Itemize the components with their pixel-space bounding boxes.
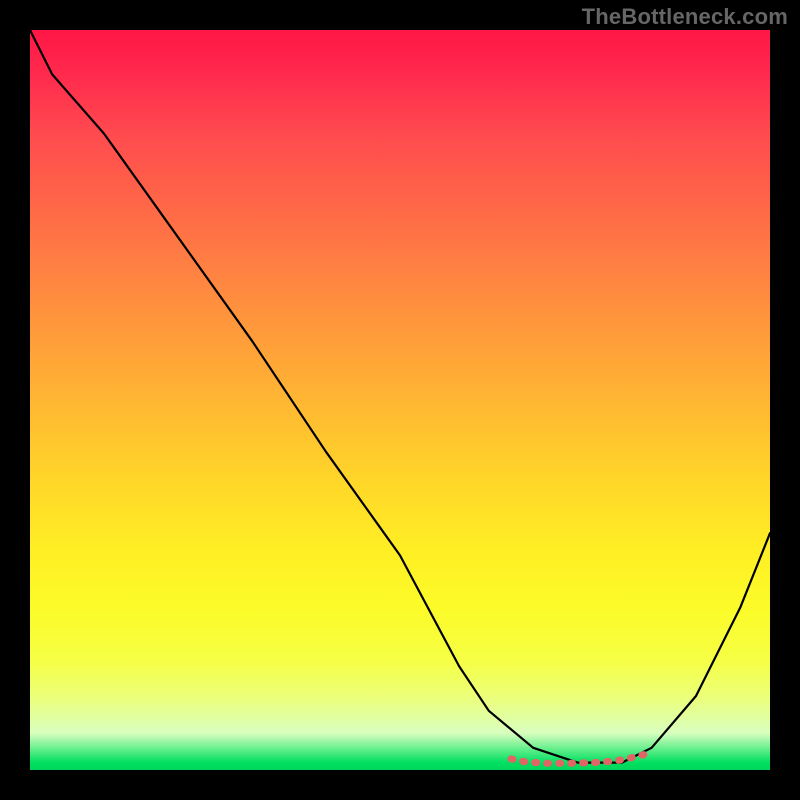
chart-frame: TheBottleneck.com: [0, 0, 800, 800]
bottleneck-curve-line: [30, 30, 770, 763]
chart-svg: [30, 30, 770, 770]
watermark-label: TheBottleneck.com: [582, 4, 788, 30]
plot-area: [30, 30, 770, 770]
